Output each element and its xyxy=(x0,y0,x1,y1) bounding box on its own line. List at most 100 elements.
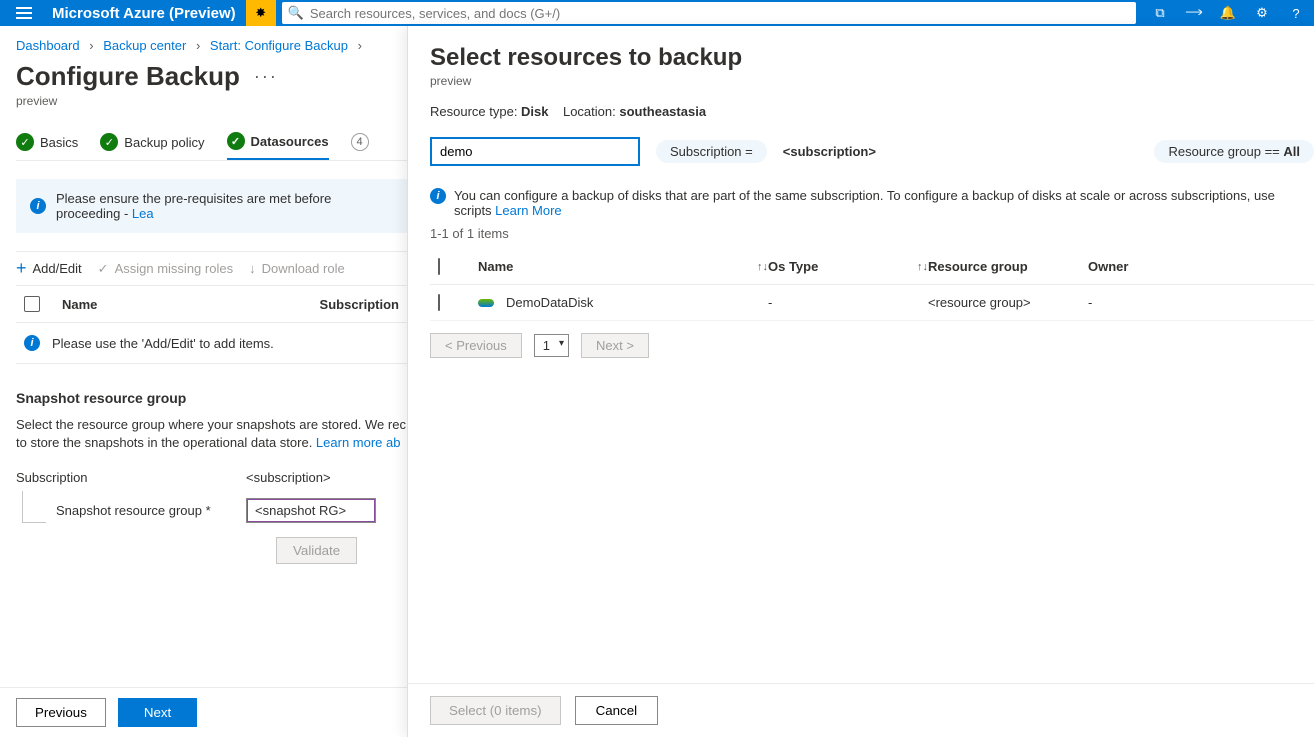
info-icon: i xyxy=(24,335,40,351)
breadcrumb-configure[interactable]: Start: Configure Backup xyxy=(210,38,348,53)
info-callout: i You can configure a backup of disks th… xyxy=(430,188,1314,218)
panel-title: Select resources to backup xyxy=(430,44,1314,72)
plus-icon: + xyxy=(16,258,27,279)
prerequisites-banner: i Please ensure the pre-requisites are m… xyxy=(16,179,407,233)
filter-input[interactable] xyxy=(430,137,640,166)
subscription-label: Subscription xyxy=(16,470,246,485)
subscription-filter-value: <subscription> xyxy=(783,144,876,159)
top-bar: Microsoft Azure (Preview) ✸ 🔍 ⧉ 𐃘 🔔 ⚙ ? xyxy=(0,0,1314,26)
cloud-shell-icon[interactable]: ⧉ xyxy=(1152,5,1168,21)
tool-label: Assign missing roles xyxy=(115,261,234,276)
snapshot-rg-desc: Select the resource group where your sna… xyxy=(16,416,407,452)
banner-link[interactable]: Lea xyxy=(132,206,154,221)
step-label: Backup policy xyxy=(124,135,204,150)
snapshot-rg-label: Snapshot resource group * xyxy=(56,503,246,518)
chevron-right-icon: › xyxy=(190,38,206,53)
select-button: Select (0 items) xyxy=(430,696,561,725)
step-4[interactable]: 4 xyxy=(351,133,369,159)
page-select[interactable]: 1 xyxy=(534,334,569,357)
panel-footer: Select (0 items) Cancel xyxy=(408,683,1314,737)
next-button[interactable]: Next xyxy=(118,698,197,727)
resource-group-filter-pill[interactable]: Resource group == All xyxy=(1154,140,1314,163)
subscription-row: Subscription <subscription> xyxy=(16,470,407,485)
datasource-table-header: Name Subscription xyxy=(16,286,407,323)
breadcrumb-backup-center[interactable]: Backup center xyxy=(103,38,186,53)
resource-meta-line: Resource type: Disk Location: southeasta… xyxy=(430,104,1314,119)
column-resource-group[interactable]: Resource group xyxy=(928,259,1028,274)
sort-icon[interactable]: ↑↓ xyxy=(757,261,768,273)
row-name: DemoDataDisk xyxy=(506,295,593,310)
step-label: Datasources xyxy=(251,134,329,149)
add-edit-button[interactable]: + Add/Edit xyxy=(16,258,82,279)
cancel-button[interactable]: Cancel xyxy=(575,696,659,725)
callout-text: You can configure a backup of disks that… xyxy=(454,188,1275,218)
banner-text: Please ensure the pre-requisites are met… xyxy=(56,191,331,221)
resource-type-value: Disk xyxy=(521,104,548,119)
subscription-value: <subscription> xyxy=(246,470,331,485)
learn-more-link[interactable]: Learn More xyxy=(495,203,561,218)
page-title: Configure Backup xyxy=(16,61,240,92)
preview-label: preview xyxy=(16,94,407,108)
select-all-checkbox[interactable] xyxy=(24,296,40,312)
more-icon[interactable]: ··· xyxy=(254,66,278,87)
pager-next: Next > xyxy=(581,333,649,358)
filter-icon[interactable]: 𐃘 xyxy=(1186,5,1202,21)
learn-more-link[interactable]: Learn more ab xyxy=(316,435,401,450)
tool-label: Add/Edit xyxy=(33,261,82,276)
brand-label: Microsoft Azure (Preview) xyxy=(48,5,246,22)
column-os-type[interactable]: Os Type xyxy=(768,259,818,274)
breadcrumb-dashboard[interactable]: Dashboard xyxy=(16,38,80,53)
row-owner: - xyxy=(1088,295,1092,310)
notifications-icon[interactable]: 🔔 xyxy=(1220,5,1236,21)
check-icon: ✓ xyxy=(227,132,245,150)
row-resource-group: <resource group> xyxy=(928,295,1031,310)
validate-button: Validate xyxy=(276,537,357,564)
step-backup-policy[interactable]: ✓ Backup policy xyxy=(100,133,204,159)
column-name[interactable]: Name xyxy=(62,297,320,312)
pager: < Previous 1 Next > xyxy=(430,333,1314,358)
column-subscription[interactable]: Subscription xyxy=(320,297,399,312)
select-resources-panel: Select resources to backup preview Resou… xyxy=(407,26,1314,737)
snapshot-rg-select[interactable]: <snapshot RG> xyxy=(246,498,376,523)
row-checkbox[interactable] xyxy=(438,294,440,311)
chevron-right-icon: › xyxy=(83,38,99,53)
empty-message: Please use the 'Add/Edit' to add items. xyxy=(52,336,274,351)
preview-bug-icon[interactable]: ✸ xyxy=(246,0,276,26)
settings-icon[interactable]: ⚙ xyxy=(1254,5,1270,21)
subscription-filter-pill[interactable]: Subscription = xyxy=(656,140,767,163)
check-icon: ✓ xyxy=(100,133,118,151)
search-input[interactable] xyxy=(310,6,1136,21)
step-label: Basics xyxy=(40,135,78,150)
table-row[interactable]: DemoDataDisk - <resource group> - xyxy=(430,285,1314,321)
column-owner[interactable]: Owner xyxy=(1088,259,1128,274)
assign-roles-button: ✓ Assign missing roles xyxy=(98,261,233,277)
info-icon: i xyxy=(30,198,46,214)
grid-header: Name↑↓ Os Type↑↓ Resource group Owner xyxy=(430,247,1314,285)
step-basics[interactable]: ✓ Basics xyxy=(16,133,78,159)
step-datasources[interactable]: ✓ Datasources xyxy=(227,132,329,160)
previous-button[interactable]: Previous xyxy=(16,698,106,727)
sort-icon[interactable]: ↑↓ xyxy=(917,261,928,273)
breadcrumb: Dashboard › Backup center › Start: Confi… xyxy=(16,38,407,53)
help-icon[interactable]: ? xyxy=(1288,5,1304,21)
location-label: Location: xyxy=(563,104,619,119)
column-name[interactable]: Name xyxy=(478,259,513,274)
snapshot-rg-title: Snapshot resource group xyxy=(16,390,407,406)
wizard-footer: Previous Next xyxy=(0,687,407,737)
check-icon: ✓ xyxy=(16,133,34,151)
chevron-right-icon: › xyxy=(352,38,368,53)
resource-type-label: Resource type: xyxy=(430,104,521,119)
pager-previous: < Previous xyxy=(430,333,522,358)
configure-backup-blade: Dashboard › Backup center › Start: Confi… xyxy=(0,26,407,737)
select-all-checkbox[interactable] xyxy=(438,258,440,275)
info-icon: i xyxy=(430,188,446,204)
wizard-steps: ✓ Basics ✓ Backup policy ✓ Datasources 4 xyxy=(16,132,407,161)
top-icon-bar: ⧉ 𐃘 🔔 ⚙ ? xyxy=(1142,5,1314,21)
location-value: southeastasia xyxy=(619,104,706,119)
global-search[interactable]: 🔍 xyxy=(282,2,1136,24)
check-icon: ✓ xyxy=(98,261,109,277)
datasource-toolbar: + Add/Edit ✓ Assign missing roles ↓ Down… xyxy=(16,251,407,286)
download-icon: ↓ xyxy=(249,261,256,276)
menu-icon[interactable] xyxy=(0,0,48,26)
download-button: ↓ Download role xyxy=(249,261,345,276)
